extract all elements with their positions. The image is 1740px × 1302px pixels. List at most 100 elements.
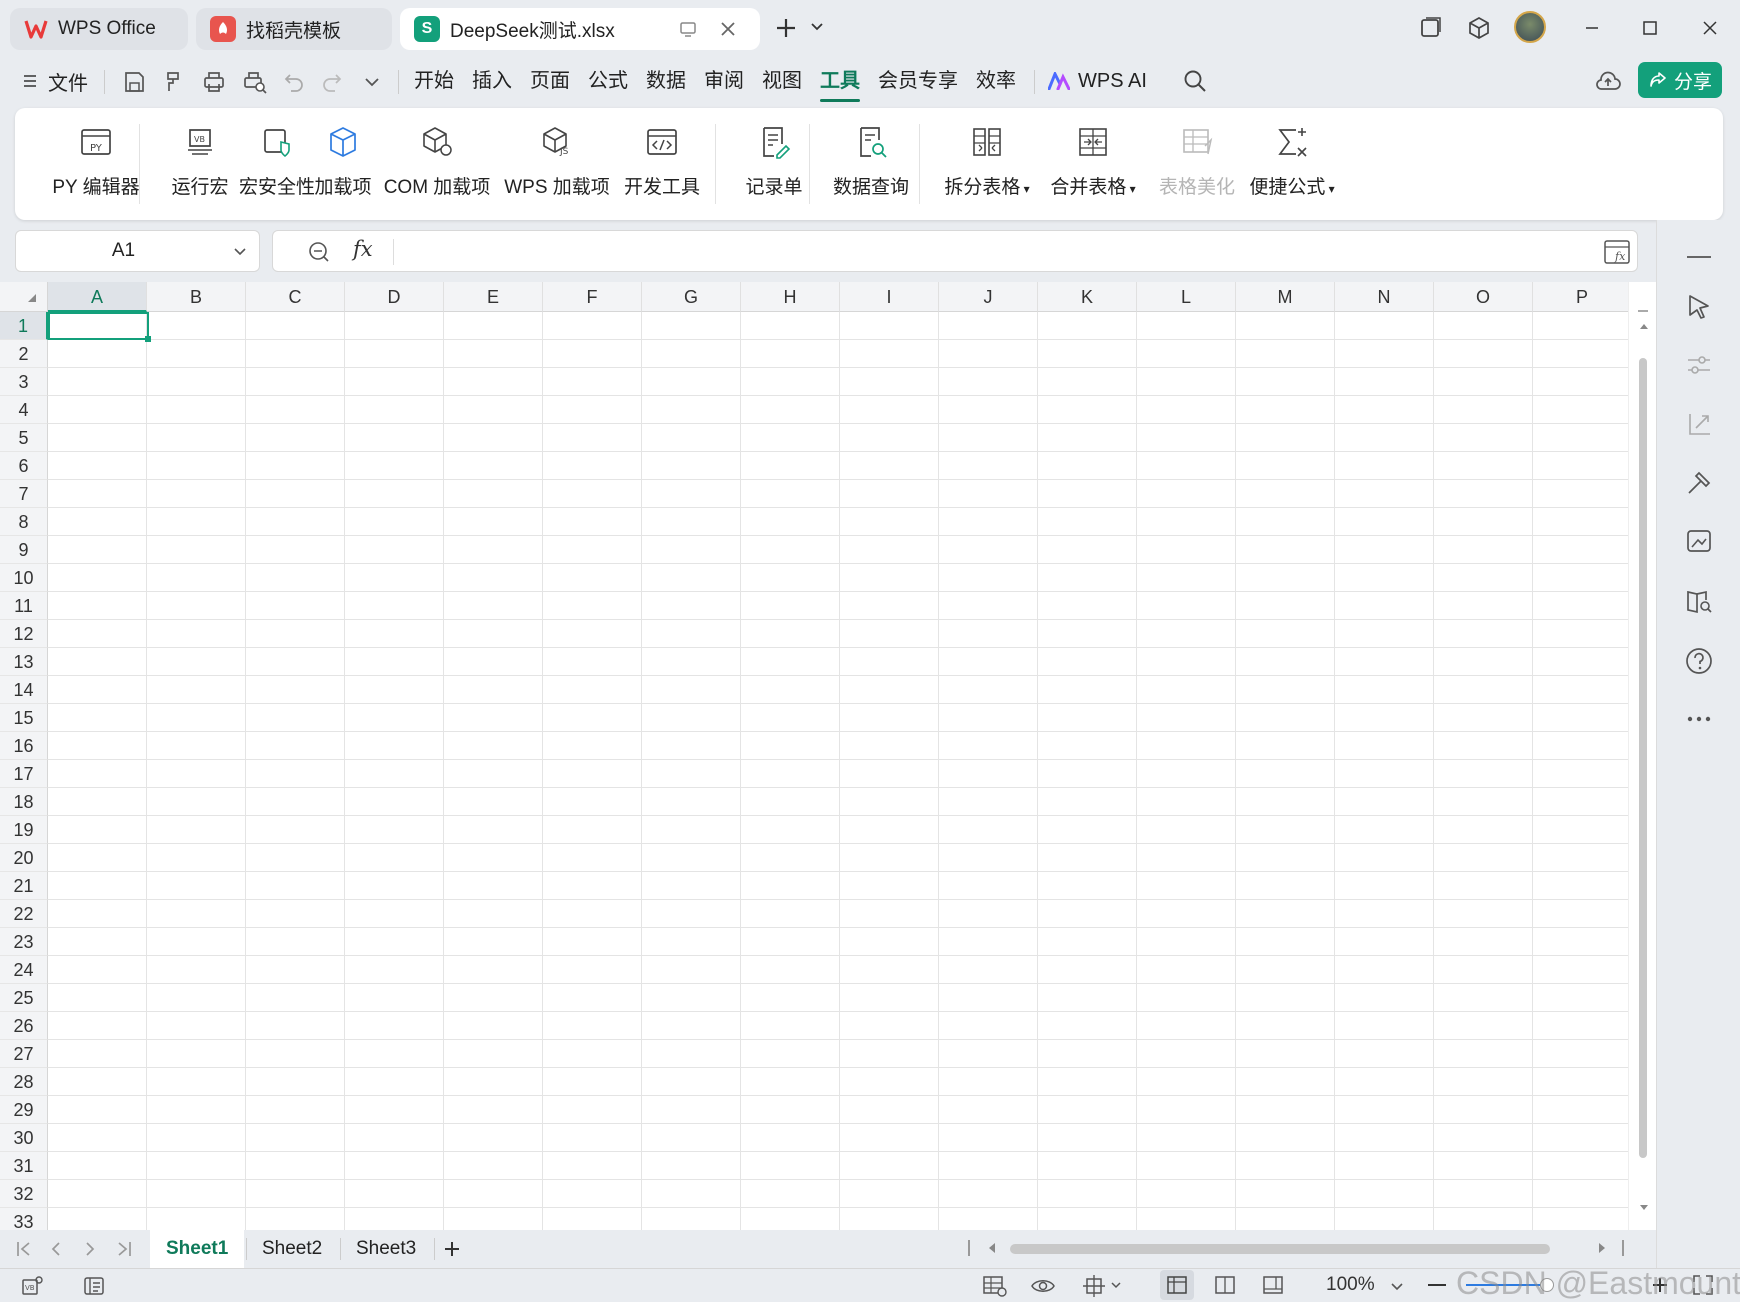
expand-formula-icon[interactable]: fx	[1603, 239, 1631, 265]
column-header-P[interactable]: P	[1533, 282, 1632, 312]
wps-addin-button[interactable]: JS WPS 加载项	[499, 118, 615, 208]
scroll-up-icon[interactable]	[1639, 322, 1648, 330]
eye-protection-icon[interactable]	[1030, 1274, 1056, 1298]
zoom-out-formula-icon[interactable]	[307, 240, 331, 264]
transform-icon[interactable]	[1684, 410, 1714, 440]
zoom-out-icon[interactable]	[1428, 1284, 1446, 1286]
book-search-icon[interactable]	[1684, 586, 1714, 616]
row-header-16[interactable]: 16	[0, 732, 48, 760]
column-header-I[interactable]: I	[840, 282, 939, 312]
window-layout-icon[interactable]	[1418, 16, 1442, 40]
column-header-E[interactable]: E	[444, 282, 543, 312]
row-header-8[interactable]: 8	[0, 508, 48, 536]
page-break-view-icon[interactable]	[1214, 1274, 1236, 1296]
column-header-J[interactable]: J	[939, 282, 1038, 312]
print-icon[interactable]	[202, 70, 228, 94]
monitor-icon[interactable]	[678, 19, 698, 39]
row-header-22[interactable]: 22	[0, 900, 48, 928]
row-header-30[interactable]: 30	[0, 1124, 48, 1152]
column-header-N[interactable]: N	[1335, 282, 1434, 312]
row-header-14[interactable]: 14	[0, 676, 48, 704]
select-all-corner[interactable]	[0, 282, 48, 312]
com-addin-button[interactable]: COM 加载项	[379, 118, 495, 208]
scroll-split-icon[interactable]	[1638, 310, 1648, 312]
share-button[interactable]: 分享	[1638, 62, 1722, 98]
macro-record-icon[interactable]: VB	[20, 1274, 44, 1298]
spreadsheet-grid[interactable]: ABCDEFGHIJKLMNOP 1 2 3 4 5 6 7 8 9 10 11 12 13 14 15 16…	[0, 282, 1656, 1230]
sheet-tab-sheet1[interactable]: Sheet1	[150, 1230, 245, 1268]
row-header-5[interactable]: 5	[0, 424, 48, 452]
quick-formula-button[interactable]: 便捷公式 ▾	[1237, 118, 1347, 208]
formula-bar[interactable]: fx fx	[272, 230, 1638, 272]
file-menu-button[interactable]: 文件	[22, 66, 88, 96]
name-box[interactable]: A1	[15, 230, 260, 272]
outline-view-icon[interactable]	[82, 1274, 106, 1298]
horizontal-scroll-thumb[interactable]	[1010, 1244, 1550, 1254]
row-header-1[interactable]: 1	[0, 312, 48, 340]
scroll-right-icon[interactable]	[1598, 1242, 1606, 1254]
row-header-20[interactable]: 20	[0, 844, 48, 872]
menu-review[interactable]: 审阅	[704, 66, 744, 96]
more-options-icon[interactable]	[1684, 704, 1714, 734]
vertical-scrollbar[interactable]	[1628, 282, 1656, 1230]
quick-access-chevron-icon[interactable]	[360, 70, 386, 94]
new-tab-plus-icon[interactable]	[774, 16, 798, 40]
dev-tools-button[interactable]: 开发工具	[617, 118, 707, 208]
row-header-15[interactable]: 15	[0, 704, 48, 732]
search-icon[interactable]	[1182, 68, 1208, 94]
collapse-sidebar-icon[interactable]	[1687, 256, 1711, 258]
column-header-D[interactable]: D	[345, 282, 444, 312]
undo-icon[interactable]	[282, 70, 308, 94]
row-header-2[interactable]: 2	[0, 340, 48, 368]
menu-member[interactable]: 会员专享	[878, 66, 958, 96]
row-header-31[interactable]: 31	[0, 1152, 48, 1180]
prev-sheet-icon[interactable]	[48, 1240, 64, 1258]
column-header-G[interactable]: G	[642, 282, 741, 312]
row-header-10[interactable]: 10	[0, 564, 48, 592]
select-cursor-icon[interactable]	[1684, 292, 1714, 322]
table-settings-icon[interactable]	[982, 1274, 1008, 1298]
menu-efficiency[interactable]: 效率	[976, 66, 1016, 96]
save-icon[interactable]	[122, 70, 148, 94]
next-sheet-icon[interactable]	[82, 1240, 98, 1258]
row-header-12[interactable]: 12	[0, 620, 48, 648]
row-header-33[interactable]: 33	[0, 1208, 48, 1230]
redo-icon[interactable]	[320, 70, 346, 94]
minimize-icon[interactable]	[1572, 10, 1612, 46]
fill-handle[interactable]	[145, 336, 151, 342]
data-query-button[interactable]: 数据查询	[821, 118, 921, 208]
navigation-crosshair-icon[interactable]	[1082, 1274, 1122, 1298]
column-header-A[interactable]: A	[48, 282, 147, 312]
zoom-level[interactable]: 100%	[1326, 1274, 1375, 1296]
selected-cell-a1[interactable]	[48, 312, 149, 340]
py-editor-button[interactable]: PY PY 编辑器	[39, 118, 153, 208]
tab-deepseek-xlsx[interactable]: S DeepSeek测试.xlsx	[400, 8, 760, 50]
record-form-button[interactable]: 记录单	[729, 118, 819, 208]
column-header-O[interactable]: O	[1434, 282, 1533, 312]
beautify-table-button[interactable]: 表格美化	[1145, 118, 1249, 208]
normal-view-button[interactable]	[1160, 1270, 1194, 1300]
chevron-down-icon[interactable]	[232, 244, 248, 260]
last-sheet-icon[interactable]	[114, 1240, 134, 1258]
app-center-cube-icon[interactable]	[1466, 15, 1492, 41]
row-header-19[interactable]: 19	[0, 816, 48, 844]
close-tab-icon[interactable]	[718, 19, 738, 39]
tab-wps-office[interactable]: WPS Office	[10, 8, 188, 50]
row-header-11[interactable]: 11	[0, 592, 48, 620]
row-header-28[interactable]: 28	[0, 1068, 48, 1096]
menu-insert[interactable]: 插入	[472, 66, 512, 96]
scroll-left-icon[interactable]	[988, 1242, 996, 1254]
sheet-tab-sheet2[interactable]: Sheet2	[246, 1230, 338, 1268]
row-header-17[interactable]: 17	[0, 760, 48, 788]
zoom-dropdown-icon[interactable]	[1390, 1279, 1404, 1293]
merge-table-button[interactable]: 合并表格 ▾	[1041, 118, 1145, 208]
row-header-4[interactable]: 4	[0, 396, 48, 424]
menu-view[interactable]: 视图	[762, 66, 802, 96]
format-painter-icon[interactable]	[162, 70, 188, 94]
page-layout-view-icon[interactable]	[1262, 1274, 1284, 1296]
menu-data[interactable]: 数据	[646, 66, 686, 96]
add-sheet-icon[interactable]	[442, 1239, 462, 1259]
row-header-29[interactable]: 29	[0, 1096, 48, 1124]
row-header-26[interactable]: 26	[0, 1012, 48, 1040]
help-icon[interactable]	[1684, 646, 1714, 676]
